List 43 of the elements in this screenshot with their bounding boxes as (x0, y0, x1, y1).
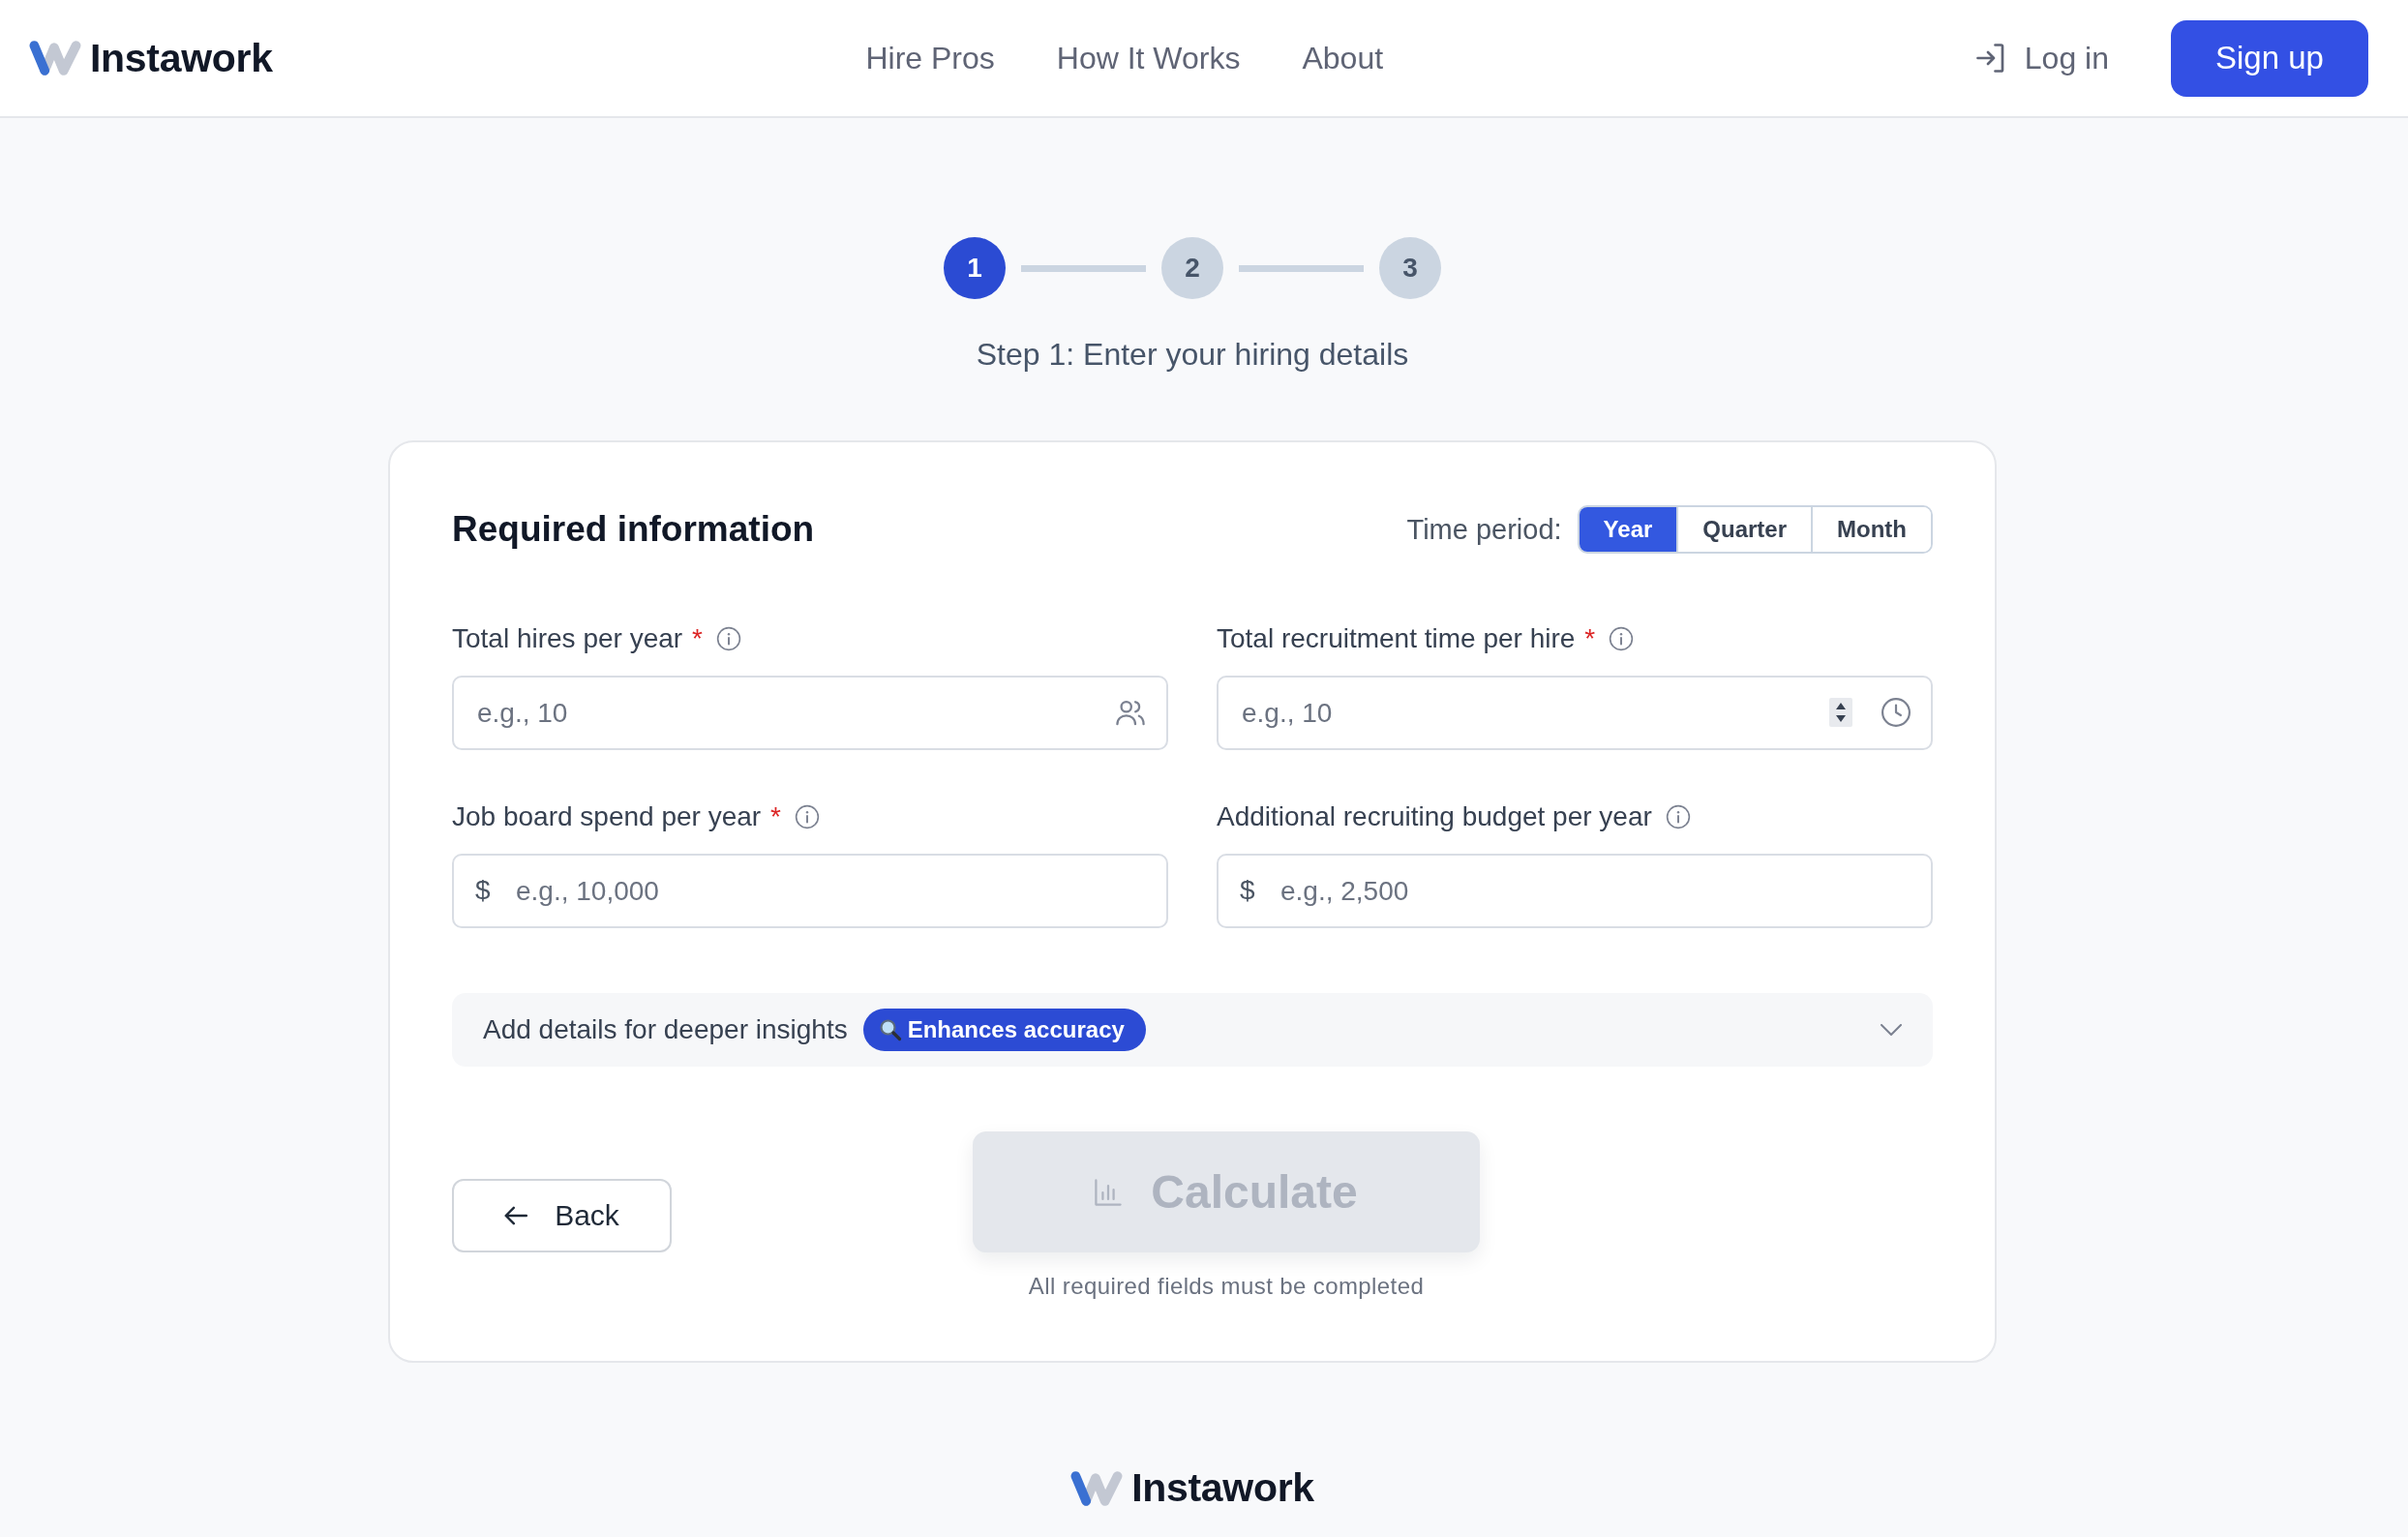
section-title: Required information (452, 509, 815, 550)
step-circle: 1 (944, 237, 1006, 299)
arrow-left-icon (504, 1206, 528, 1225)
nav-link[interactable]: Hire Pros (865, 40, 995, 76)
logo-icon[interactable] (1070, 1470, 1124, 1506)
step-caption: Step 1: Enter your hiring details (976, 336, 1409, 374)
field-label: Total recruitment time per hire (1217, 623, 1576, 654)
nav-link[interactable]: How It Works (1056, 40, 1241, 76)
bar-chart-icon (1095, 1178, 1123, 1206)
up-down-arrows-icon[interactable] (1829, 698, 1852, 727)
login-icon (1975, 44, 2005, 73)
period-tab[interactable]: Month (1811, 507, 1931, 552)
nav-link[interactable]: About (1302, 40, 1384, 76)
step-circle: 2 (1161, 237, 1223, 299)
currency-symbol: $ (1240, 875, 1255, 906)
clock-icon (1881, 698, 1911, 727)
required-asterisk: * (770, 801, 781, 832)
info-icon[interactable] (1609, 626, 1635, 651)
step-circle: 3 (1379, 237, 1441, 299)
accuracy-badge: Enhances accuracy (862, 1009, 1146, 1051)
logo-icon[interactable] (29, 41, 81, 75)
period-tab[interactable]: Year (1579, 507, 1677, 552)
required-asterisk: * (1584, 623, 1596, 654)
currency-symbol: $ (475, 875, 491, 906)
field-label: Job board spend per year (452, 801, 762, 832)
required-asterisk: * (692, 623, 703, 654)
info-icon[interactable] (1665, 804, 1691, 829)
people-icon (1116, 699, 1145, 726)
signup-button[interactable]: Sign up (2171, 19, 2368, 97)
details-expander[interactable]: Add details for deeper insights Enhances accuracy (452, 993, 1933, 1067)
brand-name[interactable]: Instawork (90, 35, 273, 81)
field-label: Additional recruiting budget per year (1217, 801, 1652, 832)
brand-name[interactable]: Instawork (1131, 1465, 1314, 1511)
field-label: Total hires per year (452, 623, 683, 654)
login-link[interactable]: Log in (1975, 40, 2109, 76)
back-button[interactable]: Back (452, 1179, 672, 1252)
magnifier-icon (878, 1018, 902, 1041)
period-label: Time period: (1406, 513, 1562, 546)
info-icon[interactable] (716, 626, 741, 651)
input-field[interactable]: e.g., 10 (1217, 676, 1933, 750)
input-field[interactable]: e.g., 10 (452, 676, 1168, 750)
info-icon[interactable] (795, 804, 820, 829)
helper-text: All required fields must be completed (1028, 1272, 1425, 1301)
